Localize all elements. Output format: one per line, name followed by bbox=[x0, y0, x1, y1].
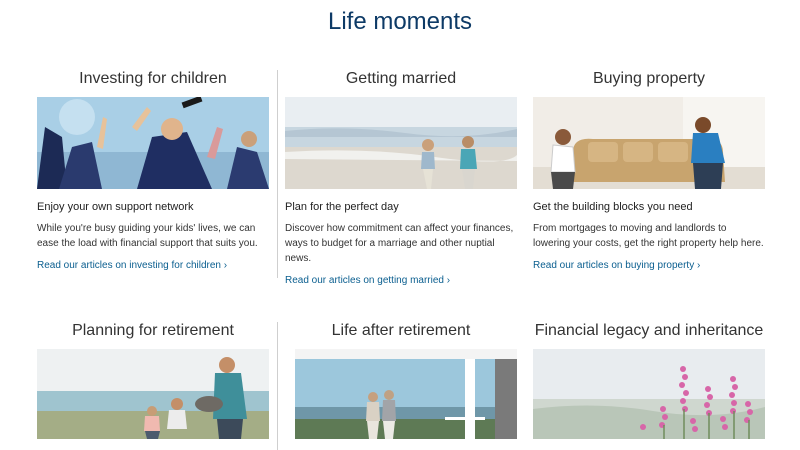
graduation-photo[interactable] bbox=[37, 97, 269, 189]
card-subtitle: Get the building blocks you need bbox=[533, 201, 693, 213]
card-planning-for-retirement: Planning for retirement bbox=[37, 322, 269, 439]
card-title[interactable]: Getting married bbox=[285, 70, 517, 92]
card-subtitle: Enjoy your own support network bbox=[37, 201, 194, 213]
card-title[interactable]: Financial legacy and inheritance bbox=[533, 322, 765, 344]
column-divider bbox=[277, 322, 278, 450]
card-title[interactable]: Buying property bbox=[533, 70, 765, 92]
page-title: Life moments bbox=[327, 8, 473, 35]
buying-property-link[interactable]: Read our articles on buying property › bbox=[533, 260, 765, 271]
beach-couple-photo[interactable] bbox=[285, 97, 517, 189]
card-description: While you're busy guiding your kids' liv… bbox=[37, 223, 258, 249]
card-title[interactable]: Investing for children bbox=[37, 70, 269, 92]
card-buying-property: Buying property Get the building blocks … bbox=[533, 70, 765, 271]
card-description: Discover how commitment can affect your … bbox=[285, 223, 514, 264]
moving-sofa-photo[interactable] bbox=[533, 97, 765, 189]
card-description: From mortgages to moving and landlords t… bbox=[533, 223, 764, 249]
card-subtitle: Plan for the perfect day bbox=[285, 201, 399, 213]
getting-married-link[interactable]: Read our articles on getting married › bbox=[285, 275, 517, 286]
card-title[interactable]: Planning for retirement bbox=[37, 322, 269, 344]
card-title[interactable]: Life after retirement bbox=[285, 322, 517, 344]
family-beach-photo[interactable] bbox=[37, 349, 269, 439]
couple-porch-photo[interactable] bbox=[285, 349, 517, 439]
card-financial-legacy-and-inheritance: Financial legacy and inheritance bbox=[533, 322, 765, 439]
card-life-after-retirement: Life after retirement bbox=[285, 322, 517, 439]
card-investing-for-children: Investing for children Enjoy your own su… bbox=[37, 70, 269, 271]
column-divider bbox=[277, 70, 278, 278]
investing-for-children-link[interactable]: Read our articles on investing for child… bbox=[37, 260, 269, 271]
card-getting-married: Getting married Plan for the perfect day… bbox=[285, 70, 517, 286]
heather-flowers-photo[interactable] bbox=[533, 349, 765, 439]
